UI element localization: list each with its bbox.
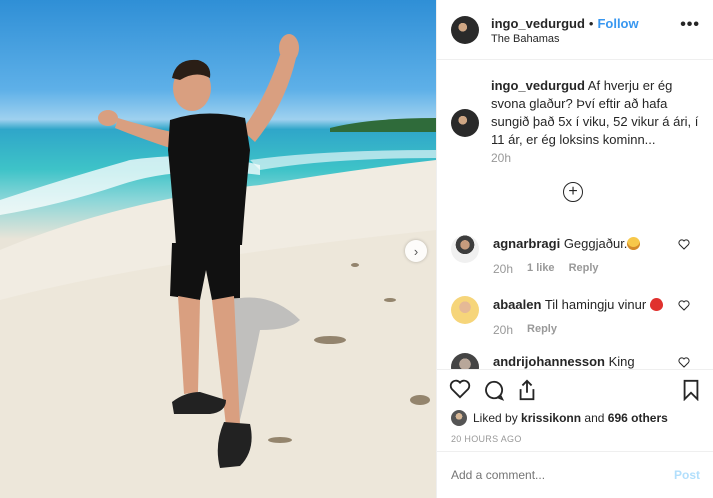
caption-time[interactable]: 20h <box>491 151 511 165</box>
comment-body: agnarbragi Geggjaður. <box>493 236 641 251</box>
chevron-right-icon: › <box>413 243 419 259</box>
add-comment-input[interactable] <box>451 468 651 482</box>
comment-body: abaalen Til hamingju vinur <box>493 297 663 312</box>
load-more-comments-button[interactable]: + <box>563 182 583 202</box>
likes-prefix: Liked by <box>473 411 518 425</box>
commenter-avatar[interactable] <box>451 353 479 369</box>
comment-text: Til hamingju vinur <box>544 297 647 312</box>
comment-icon[interactable] <box>483 379 505 401</box>
author-avatar[interactable] <box>451 16 479 44</box>
caption: ingo_vedurgud Af hverju er ég svona glað… <box>491 77 703 149</box>
separator-dot: • <box>588 16 594 31</box>
share-icon[interactable] <box>517 379 537 401</box>
commenter-avatar[interactable] <box>451 296 479 324</box>
plus-circle-icon: + <box>568 183 578 200</box>
comment-body: andrijohannesson King <box>493 354 635 369</box>
caption-avatar[interactable] <box>451 109 479 137</box>
comment-username[interactable]: agnarbragi <box>493 236 560 251</box>
comment-meta: 20h 1 like Reply <box>493 262 599 276</box>
comment-text: Geggjaður. <box>563 236 628 251</box>
post-actions: Liked by krissikonn and 696 others 20 HO… <box>437 369 713 451</box>
caption-username[interactable]: ingo_vedurgud <box>491 78 585 93</box>
likes-and: and <box>584 411 605 425</box>
post-detail-panel: ingo_vedurgud • Follow The Bahamas ••• ing… <box>436 0 713 498</box>
grinning-emoji-icon <box>627 237 641 250</box>
more-options-icon[interactable]: ••• <box>680 16 700 34</box>
comments-list[interactable]: ingo_vedurgud Af hverju er ég svona glað… <box>437 61 713 369</box>
liker-username[interactable]: krissikonn <box>521 411 581 425</box>
comment-time[interactable]: 20h <box>493 262 513 276</box>
reply-button[interactable]: Reply <box>569 262 599 276</box>
heart-icon[interactable] <box>678 239 690 250</box>
location-link[interactable]: The Bahamas <box>491 33 559 45</box>
balloon-emoji-icon <box>649 298 663 311</box>
likes-summary[interactable]: Liked by krissikonn and 696 others <box>451 410 668 426</box>
liker-avatar <box>451 410 467 426</box>
post-header: ingo_vedurgud • Follow The Bahamas ••• <box>437 0 713 60</box>
comment-time[interactable]: 20h <box>493 323 513 337</box>
comment-username[interactable]: andrijohannesson <box>493 354 605 369</box>
commenter-avatar[interactable] <box>451 235 479 263</box>
follow-button[interactable]: Follow <box>597 16 638 31</box>
bookmark-icon[interactable] <box>682 379 700 401</box>
comment-meta: 20h Reply <box>493 323 557 337</box>
heart-icon[interactable] <box>678 300 690 311</box>
post-comment-button[interactable]: Post <box>674 468 700 482</box>
heart-icon[interactable] <box>449 379 471 399</box>
comment-text: King <box>608 354 635 369</box>
post-photo[interactable]: › <box>0 0 436 498</box>
likes-others[interactable]: 696 others <box>608 411 668 425</box>
comment-username[interactable]: abaalen <box>493 297 541 312</box>
post-timestamp[interactable]: 20 HOURS AGO <box>451 434 522 444</box>
beach-photo-image <box>0 34 436 498</box>
heart-icon[interactable] <box>678 357 690 368</box>
carousel-next-button[interactable]: › <box>405 240 427 262</box>
author-line: ingo_vedurgud • Follow <box>491 16 639 31</box>
comment-like-count[interactable]: 1 like <box>527 262 555 276</box>
author-username[interactable]: ingo_vedurgud <box>491 16 585 31</box>
reply-button[interactable]: Reply <box>527 323 557 337</box>
comment-composer: Post <box>437 451 713 498</box>
